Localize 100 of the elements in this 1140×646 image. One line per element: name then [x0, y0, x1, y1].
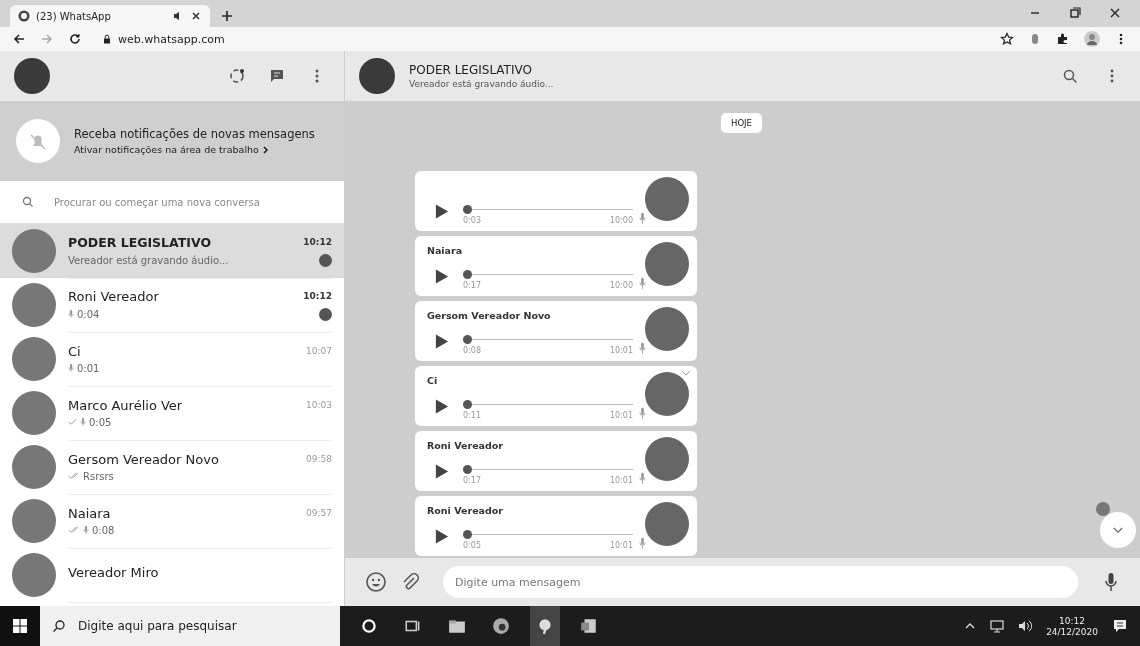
chat-list-item[interactable]: Vereador Miro: [0, 548, 344, 602]
sender-photo-placeholder: [645, 372, 689, 416]
address-bar[interactable]: web.whatsapp.com: [96, 30, 231, 48]
chat-list-item[interactable]: Naiara 09:57 0:08: [0, 494, 344, 548]
notification-link[interactable]: Ativar notificações na área de trabalho: [74, 144, 315, 155]
sender-photo-placeholder: [645, 307, 689, 351]
windows-start-icon[interactable]: [0, 606, 40, 646]
play-icon[interactable]: [435, 332, 449, 350]
emoji-icon[interactable]: [365, 571, 387, 593]
search-icon: [52, 619, 66, 633]
message-time: 10:01: [609, 476, 633, 485]
new-tab-icon[interactable]: [220, 9, 234, 23]
microphone-icon: [639, 537, 646, 550]
microphone-icon: [639, 407, 646, 420]
notification-banner[interactable]: Receba notificações de novas mensagens Ativar notificações na área de trabalho: [0, 101, 344, 181]
chat-preview: Rsrsrs: [83, 470, 114, 482]
microphone-icon: [639, 212, 646, 225]
message-sender: Roni Vereador: [427, 440, 504, 451]
sender-photo-placeholder: [645, 242, 689, 286]
play-icon[interactable]: [435, 202, 449, 220]
message-sender: Ci: [427, 375, 439, 386]
message-sender: Gersom Vereador Novo: [427, 310, 552, 321]
close-icon[interactable]: [190, 10, 202, 22]
new-chat-icon[interactable]: [268, 67, 286, 85]
taskbar-search-input[interactable]: Digite aqui para pesquisar: [76, 618, 328, 634]
profile-photo-placeholder[interactable]: [14, 58, 50, 94]
audio-duration: 0:17: [463, 281, 481, 290]
contact-photo-placeholder: [12, 229, 56, 273]
play-icon[interactable]: [435, 267, 449, 285]
search-icon: [22, 196, 34, 208]
contact-photo-placeholder: [12, 337, 56, 381]
sender-photo-placeholder: [645, 502, 689, 546]
chat-name: Ci: [68, 343, 81, 359]
chat-status: Vereador está gravando áudio...: [409, 79, 554, 89]
puzzle-icon[interactable]: [1056, 32, 1070, 46]
audio-duration: 0:11: [463, 411, 481, 420]
audio-progress-thumb[interactable]: [463, 205, 472, 214]
chat-name: Gersom Vereador Novo: [68, 451, 219, 467]
chat-list-item[interactable]: Gersom Vereador Novo 09:58 Rsrsrs: [0, 440, 344, 494]
chat-time: 10:12: [303, 237, 332, 247]
muted-bell-icon: [16, 119, 60, 163]
taskbar-search-field[interactable]: Digite aqui para pesquisar: [40, 606, 340, 646]
chat-list-item[interactable]: Marco Aurélio Ver 10:03 0:05: [0, 386, 344, 440]
play-icon[interactable]: [435, 397, 449, 415]
play-icon[interactable]: [435, 462, 449, 480]
chat-time: 10:07: [306, 346, 332, 356]
message-input[interactable]: Digite uma mensagem: [443, 566, 1078, 598]
notification-title: Receba notificações de novas mensagens: [74, 127, 315, 141]
profile-avatar-icon[interactable]: [1084, 31, 1100, 47]
audio-progress-thumb[interactable]: [463, 530, 472, 539]
scroll-down-button[interactable]: [1100, 512, 1136, 548]
notification-center-icon[interactable]: [1112, 618, 1128, 634]
message-time: 10:01: [609, 411, 633, 420]
contact-photo-placeholder: [12, 283, 56, 327]
contact-photo-placeholder: [12, 391, 56, 435]
audio-progress-thumb[interactable]: [463, 400, 472, 409]
chat-list-item[interactable]: PODER LEGISLATIVO 10:12 Vereador está gravando áudio...: [0, 224, 344, 278]
chevron-down-icon: [1113, 526, 1123, 534]
app-icon[interactable]: [530, 606, 560, 646]
chat-title: PODER LEGISLATIVO: [409, 63, 533, 77]
chat-time: 09:58: [306, 454, 332, 464]
audio-progress-thumb[interactable]: [463, 335, 472, 344]
chat-preview: 0:05: [89, 416, 112, 428]
network-icon[interactable]: [990, 619, 1005, 633]
contact-photo-placeholder: [12, 499, 56, 543]
sender-photo-placeholder: [645, 437, 689, 481]
chat-time: 09:57: [306, 508, 332, 518]
restore-icon[interactable]: [1068, 6, 1082, 20]
chat-list-item[interactable]: Roni Vereador 10:12 0:04: [0, 278, 344, 332]
chat-name: Roni Vereador: [68, 288, 159, 304]
lock-icon: [102, 34, 112, 44]
speaker-icon[interactable]: [1018, 619, 1033, 633]
message-time: 10:00: [609, 281, 633, 290]
chat-logo-icon: [18, 10, 30, 22]
search-icon[interactable]: [1062, 68, 1078, 84]
chat-name: Vereador Miro: [68, 565, 159, 580]
reload-icon[interactable]: [68, 32, 82, 46]
contact-photo-placeholder: [12, 445, 56, 489]
chat-name: PODER LEGISLATIVO: [68, 234, 212, 250]
search-input[interactable]: Procurar ou começar uma nova conversa: [52, 195, 322, 209]
clock-date: 24/12/2020: [1046, 626, 1098, 637]
chevron-right-icon: [261, 145, 270, 154]
chat-preview: 0:01: [77, 362, 100, 374]
chat-preview: Vereador está gravando áudio...: [68, 254, 229, 266]
back-arrow-icon[interactable]: [12, 32, 26, 46]
sender-photo-placeholder: [645, 177, 689, 221]
status-icon[interactable]: [228, 67, 246, 85]
audio-progress-thumb[interactable]: [463, 270, 472, 279]
group-photo-placeholder[interactable]: [359, 58, 395, 94]
audio-progress-thumb[interactable]: [463, 465, 472, 474]
message-sender: Roni Vereador: [427, 505, 504, 516]
play-icon[interactable]: [435, 527, 449, 545]
chat-list-item[interactable]: Ci 10:07 0:01: [0, 332, 344, 386]
audio-duration: 0:03: [463, 216, 481, 225]
contact-photo-placeholder: [12, 553, 56, 597]
audio-duration: 0:05: [463, 541, 481, 550]
chat-time: 10:12: [303, 291, 332, 301]
browser-tab[interactable]: (23) WhatsApp: [10, 5, 210, 27]
close-icon[interactable]: [1108, 6, 1122, 20]
star-icon[interactable]: [1000, 32, 1014, 46]
